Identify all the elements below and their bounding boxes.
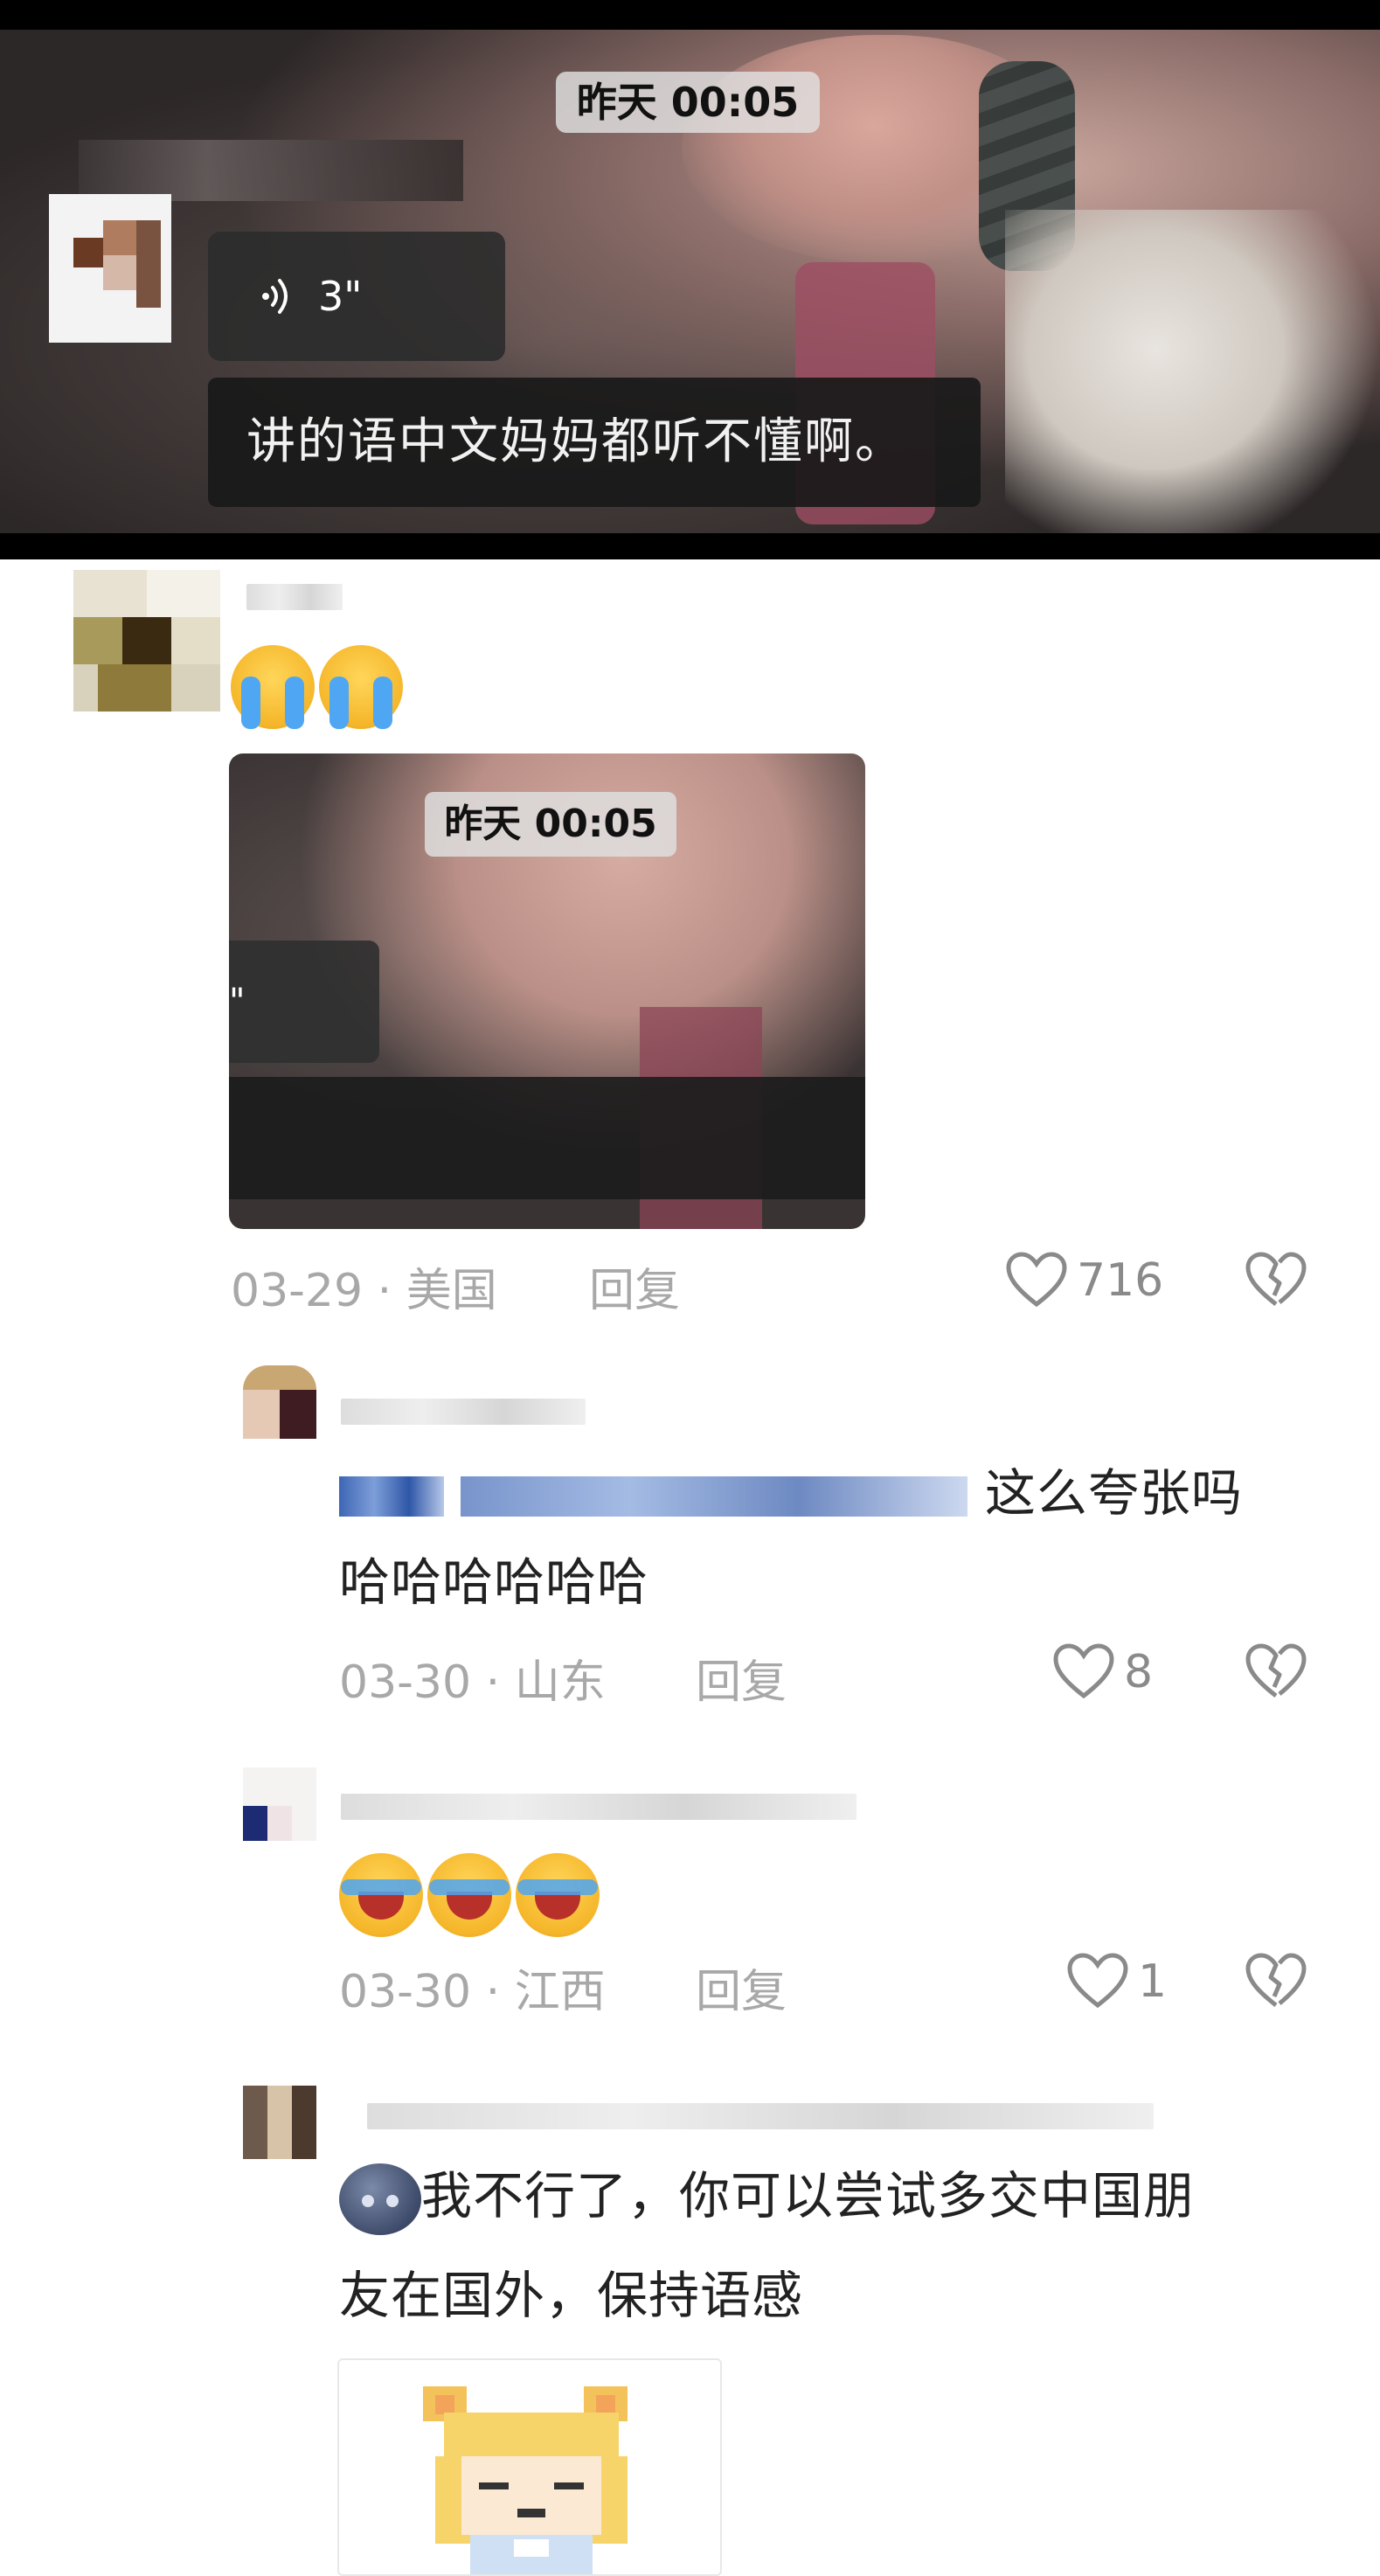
like-button[interactable]: 716 <box>1005 1252 1163 1309</box>
comment-date: 03-29 <box>231 1265 364 1317</box>
reply-button[interactable]: 回复 <box>696 1645 787 1711</box>
reply-text: 我不行了，你可以尝试多交中国朋 <box>339 2150 1327 2241</box>
reply-text-line1: 我不行了，你可以尝试多交中国朋 <box>421 2166 1196 2225</box>
reply-button[interactable]: 回复 <box>589 1253 680 1319</box>
pixelated-text <box>461 1475 968 1517</box>
video-frame[interactable]: 昨天 00:05 3" 讲的语中文妈妈都听不懂啊。 <box>0 0 1380 559</box>
fur-image-region <box>1005 210 1380 559</box>
comment-location: 美国 <box>406 1265 497 1317</box>
pixel-cat-girl-sticker-icon <box>423 2386 628 2574</box>
moon-face-icon <box>339 2163 421 2235</box>
voice-duration: 3" <box>318 273 363 320</box>
heart-outline-icon <box>1053 1643 1114 1699</box>
broken-heart-icon <box>1245 1953 1307 2007</box>
like-count: 1 <box>1138 1955 1168 2008</box>
meta-separator: · <box>377 1265 392 1317</box>
broken-heart-icon <box>1245 1643 1307 1698</box>
reply-button[interactable]: 回复 <box>696 1955 787 2020</box>
like-count: 8 <box>1124 1646 1154 1698</box>
comment-meta: 03-30 · 山东 <box>339 1645 606 1711</box>
thumb-caption-blurred <box>229 1077 865 1199</box>
broken-heart-icon <box>1245 1252 1307 1306</box>
voice-transcription-caption: 讲的语中文妈妈都听不懂啊。 <box>208 378 981 507</box>
heart-outline-icon <box>1006 1252 1067 1308</box>
dislike-button[interactable] <box>1245 1643 1307 1705</box>
like-button[interactable]: 8 <box>1052 1643 1153 1701</box>
reply-text-line2: 友在国外，保持语感 <box>339 2266 804 2325</box>
thumb-chat-timestamp: 昨天 00:05 <box>425 792 676 857</box>
comment-date: 03-30 <box>339 1656 472 1709</box>
video-bottom-border <box>0 533 1380 559</box>
reply-text-visible: 这么夸张吗 <box>984 1463 1243 1523</box>
avatar[interactable] <box>73 570 220 712</box>
sticker-image[interactable] <box>337 2358 722 2576</box>
reply-text-line2: 哈哈哈哈哈哈 <box>339 1552 649 1612</box>
heart-outline-icon <box>1067 1953 1128 2009</box>
username-pixelated[interactable] <box>341 1399 586 1425</box>
like-count: 716 <box>1077 1254 1164 1307</box>
rolling-laugh-face-icon <box>339 1853 423 1937</box>
rolling-laugh-face-icon <box>516 1853 600 1937</box>
thumb-voice-bubble: " <box>229 941 379 1063</box>
meta-separator: · <box>485 1966 501 2018</box>
pixelated-region <box>79 140 463 201</box>
voice-wave-icon <box>262 279 288 314</box>
comment-meta: 03-30 · 江西 <box>339 1955 606 2020</box>
rolling-laugh-face-icon <box>427 1853 512 1937</box>
like-button[interactable]: 1 <box>1066 1953 1167 2010</box>
dislike-button[interactable] <box>1245 1252 1307 1313</box>
loudly-crying-face-icon <box>319 645 404 729</box>
loudly-crying-face-icon <box>231 645 315 729</box>
comment-date: 03-30 <box>339 1966 472 2018</box>
username-pixelated[interactable] <box>367 2103 1154 2129</box>
avatar[interactable] <box>243 1767 316 1841</box>
pixelated-mention <box>339 1475 444 1517</box>
meta-separator: · <box>485 1656 501 1709</box>
thumb-voice-duration: " <box>229 982 246 1022</box>
username-pixelated[interactable] <box>341 1794 856 1820</box>
chat-timestamp: 昨天 00:05 <box>556 72 820 133</box>
comment-location: 山东 <box>514 1656 606 1709</box>
comment-location: 江西 <box>514 1966 606 2018</box>
comment-emoji-row <box>231 645 404 729</box>
avatar[interactable] <box>243 1365 316 1439</box>
avatar[interactable] <box>243 2086 316 2159</box>
comment-image-thumbnail[interactable]: 昨天 00:05 " <box>229 753 865 1229</box>
comment-meta: 03-29 · 美国 <box>231 1253 497 1319</box>
username-pixelated[interactable] <box>246 584 343 610</box>
voice-message-bubble[interactable]: 3" <box>208 232 505 361</box>
video-top-border <box>0 0 1380 30</box>
sender-avatar <box>49 194 171 343</box>
comment-emoji-row <box>339 1853 600 1937</box>
dislike-button[interactable] <box>1245 1953 1307 2014</box>
reply-text: 这么夸张吗 <box>339 1448 1318 1538</box>
